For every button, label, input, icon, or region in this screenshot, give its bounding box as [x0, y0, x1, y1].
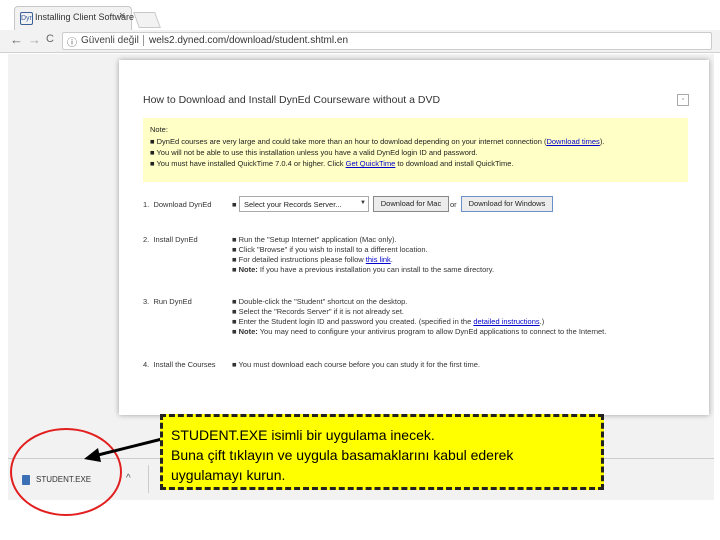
run-bullet-1: ■ Double-click the "Student" shortcut on…: [232, 297, 408, 306]
step-2-label: 2. Install DynEd: [143, 235, 198, 244]
note-line-1: ■ DynEd courses are very large and could…: [150, 137, 605, 146]
download-windows-button[interactable]: Download for Windows: [461, 196, 553, 212]
address-separator: [143, 35, 144, 46]
download-mac-button[interactable]: Download for Mac: [373, 196, 449, 212]
records-server-select[interactable]: Select your Records Server... ▼: [239, 196, 369, 212]
pointer-arrow-icon: [84, 436, 167, 462]
bullet: ■: [232, 200, 237, 209]
callout-line-1: STUDENT.EXE isimli bir uygulama inecek.: [171, 427, 435, 443]
tab-bar: Dyn Installing Client Software ×: [0, 0, 720, 30]
run-bullet-4: ■ Note: You may need to configure your a…: [232, 327, 607, 336]
step-1-label: 1. Download DynEd: [143, 200, 212, 209]
forward-arrow-icon[interactable]: →: [28, 32, 41, 47]
address-bar[interactable]: ⓘ Güvenli değil wels2.dyned.com/download…: [62, 32, 712, 50]
url-text[interactable]: wels2.dyned.com/download/student.shtml.e…: [149, 35, 348, 46]
browser-toolbar: ← → C ⓘ Güvenli değil wels2.dyned.com/do…: [0, 30, 720, 53]
back-arrow-icon[interactable]: ←: [10, 32, 23, 47]
download-times-link[interactable]: Download times: [546, 137, 599, 146]
install-bullet-1: ■ Run the "Setup Internet" application (…: [232, 235, 397, 244]
note-box: Note: ■ DynEd courses are very large and…: [143, 118, 688, 182]
note-label: Note:: [150, 125, 168, 134]
detailed-instructions-link[interactable]: detailed instructions: [473, 317, 539, 326]
step-4-label: 4. Install the Courses: [143, 360, 216, 369]
new-tab-button[interactable]: [133, 12, 161, 28]
broken-image-icon: ▫: [677, 94, 689, 106]
dropdown-arrow-icon: ▼: [360, 200, 366, 206]
info-icon[interactable]: ⓘ: [67, 34, 77, 49]
run-bullet-3: ■ Enter the Student login ID and passwor…: [232, 317, 545, 326]
note-line-3: ■ You must have installed QuickTime 7.0.…: [150, 159, 514, 168]
or-text: or: [450, 200, 457, 209]
tab-installing-client-software[interactable]: Dyn Installing Client Software ×: [14, 6, 134, 30]
note-line-2: ■ You will not be able to use this insta…: [150, 148, 478, 157]
step-3-label: 3. Run DynEd: [143, 297, 192, 306]
get-quicktime-link[interactable]: Get QuickTime: [346, 159, 396, 168]
install-bullet-2: ■ Click "Browse" if you wish to install …: [232, 245, 428, 254]
dyned-favicon-icon: Dyn: [20, 12, 33, 25]
page-title: How to Download and Install DynEd Course…: [143, 94, 441, 106]
reload-icon[interactable]: C: [46, 33, 54, 45]
run-bullet-2: ■ Select the "Records Server" if it is n…: [232, 307, 405, 316]
close-tab-icon[interactable]: ×: [119, 10, 125, 22]
content-panel: How to Download and Install DynEd Course…: [119, 60, 709, 415]
chevron-up-icon[interactable]: ^: [126, 473, 131, 484]
install-bullet-4: ■ Note: If you have a previous installat…: [232, 265, 495, 274]
security-label[interactable]: Güvenli değil: [81, 35, 139, 46]
callout-line-3: uygulamayı kurun.: [171, 467, 286, 483]
instruction-callout: STUDENT.EXE isimli bir uygulama inecek. …: [160, 414, 604, 490]
courses-bullet-1: ■ You must download each course before y…: [232, 360, 481, 369]
install-bullet-3: ■ For detailed instructions please follo…: [232, 255, 393, 264]
callout-line-2: Buna çift tıklayın ve uygula basamakları…: [171, 447, 514, 463]
this-link[interactable]: this link: [366, 255, 391, 264]
